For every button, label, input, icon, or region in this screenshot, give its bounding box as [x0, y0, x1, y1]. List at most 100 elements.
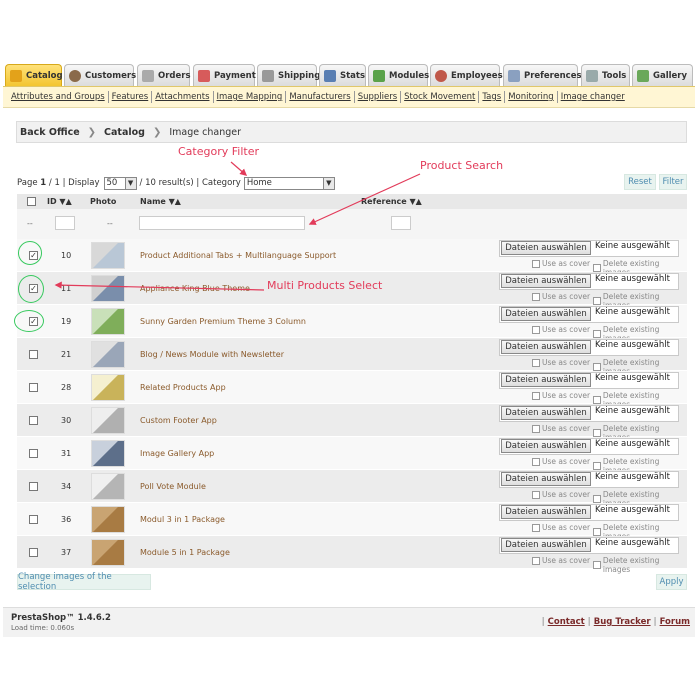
row-checkbox[interactable]	[29, 482, 38, 491]
submenu-attachments[interactable]: Attachments	[152, 92, 212, 102]
row-checkbox[interactable]	[29, 515, 38, 524]
file-status: Keine ausgewählt	[595, 538, 670, 548]
use-as-cover-checkbox[interactable]	[532, 556, 540, 565]
row-product-name[interactable]: Appliance King Blue Theme	[140, 284, 250, 293]
delete-existing-option[interactable]: Delete existing images	[593, 556, 687, 574]
display-select[interactable]: 50 ▼	[103, 176, 137, 190]
breadcrumb-back-office[interactable]: Back Office	[20, 127, 80, 138]
sort-arrows-icon[interactable]: ▼▲	[410, 197, 422, 206]
use-as-cover-option[interactable]: Use as cover	[532, 556, 590, 565]
tab-payment[interactable]: Payment	[193, 64, 256, 86]
choose-file-button[interactable]: Dateien auswählen	[501, 274, 591, 288]
use-as-cover-checkbox[interactable]	[532, 391, 540, 400]
filter-name-input[interactable]	[139, 216, 305, 230]
row-checkbox[interactable]	[29, 383, 38, 392]
choose-file-button[interactable]: Dateien auswählen	[501, 307, 591, 321]
tab-customers[interactable]: Customers	[64, 64, 136, 86]
submenu-monitoring[interactable]: Monitoring	[505, 92, 556, 102]
use-as-cover-option[interactable]: Use as cover	[532, 490, 590, 499]
use-as-cover-checkbox[interactable]	[532, 358, 540, 367]
category-select[interactable]: Home ▼	[243, 176, 335, 190]
submenu-manufacturers[interactable]: Manufacturers	[286, 92, 353, 102]
apply-button[interactable]: Apply	[656, 574, 687, 590]
use-as-cover-option[interactable]: Use as cover	[532, 325, 590, 334]
delete-existing-checkbox[interactable]	[593, 495, 601, 503]
row-product-name[interactable]: Product Additional Tabs + Multilanguage …	[140, 251, 336, 260]
use-as-cover-checkbox[interactable]	[532, 490, 540, 499]
choose-file-button[interactable]: Dateien auswählen	[501, 505, 591, 519]
use-as-cover-option[interactable]: Use as cover	[532, 292, 590, 301]
filter-id-input[interactable]	[55, 216, 75, 230]
choose-file-button[interactable]: Dateien auswählen	[501, 406, 591, 420]
delete-existing-checkbox[interactable]	[593, 462, 601, 470]
footer-contact-link[interactable]: Contact	[548, 617, 585, 627]
tab-catalog[interactable]: Catalog	[5, 64, 63, 86]
use-as-cover-option[interactable]: Use as cover	[532, 457, 590, 466]
tab-shipping[interactable]: Shipping	[257, 64, 320, 86]
use-as-cover-option[interactable]: Use as cover	[532, 358, 590, 367]
submenu-image-mapping[interactable]: Image Mapping	[214, 92, 286, 102]
tab-modules[interactable]: Modules	[368, 64, 429, 86]
row-checkbox[interactable]	[29, 350, 38, 359]
delete-existing-checkbox[interactable]	[593, 330, 601, 338]
use-as-cover-option[interactable]: Use as cover	[532, 424, 590, 433]
use-as-cover-checkbox[interactable]	[532, 424, 540, 433]
choose-file-button[interactable]: Dateien auswählen	[501, 439, 591, 453]
filter-button[interactable]: Filter	[659, 174, 687, 190]
use-as-cover-checkbox[interactable]	[532, 325, 540, 334]
row-product-name[interactable]: Modul 3 in 1 Package	[140, 515, 225, 524]
row-product-name[interactable]: Sunny Garden Premium Theme 3 Column	[140, 317, 306, 326]
select-all-checkbox[interactable]	[27, 197, 36, 206]
table-header: ID ▼▲ Photo Name ▼▲ Reference ▼▲	[17, 194, 687, 209]
use-as-cover-option[interactable]: Use as cover	[532, 259, 590, 268]
tab-gallery[interactable]: Gallery	[632, 64, 693, 86]
delete-existing-checkbox[interactable]	[593, 429, 601, 437]
use-as-cover-option[interactable]: Use as cover	[532, 391, 590, 400]
chevron-down-icon: ▼	[124, 177, 136, 189]
delete-existing-checkbox[interactable]	[593, 264, 601, 272]
row-product-name[interactable]: Image Gallery App	[140, 449, 214, 458]
submenu-image-changer[interactable]: Image changer	[558, 92, 628, 102]
footer-forum-link[interactable]: Forum	[660, 617, 690, 627]
tab-stats[interactable]: Stats	[319, 64, 366, 86]
footer-bug-tracker-link[interactable]: Bug Tracker	[594, 617, 651, 627]
delete-existing-checkbox[interactable]	[593, 297, 601, 305]
choose-file-button[interactable]: Dateien auswählen	[501, 373, 591, 387]
sort-arrows-icon[interactable]: ▼▲	[59, 197, 71, 206]
change-selection-button[interactable]: Change images of the selection	[17, 572, 151, 592]
delete-existing-checkbox[interactable]	[593, 528, 601, 536]
sort-arrows-icon[interactable]: ▼▲	[169, 197, 181, 206]
reset-button[interactable]: Reset	[624, 174, 656, 190]
row-product-name[interactable]: Module 5 in 1 Package	[140, 548, 230, 557]
submenu-stock-movement[interactable]: Stock Movement	[401, 92, 478, 102]
row-product-name[interactable]: Related Products App	[140, 383, 226, 392]
submenu-attributes-and-groups[interactable]: Attributes and Groups	[8, 92, 108, 102]
delete-existing-checkbox[interactable]	[593, 363, 601, 371]
use-as-cover-checkbox[interactable]	[532, 523, 540, 532]
use-as-cover-checkbox[interactable]	[532, 292, 540, 301]
tab-employees[interactable]: Employees	[430, 64, 503, 86]
tab-preferences[interactable]: Preferences	[503, 64, 582, 86]
tab-orders[interactable]: Orders	[137, 64, 191, 86]
choose-file-button[interactable]: Dateien auswählen	[501, 340, 591, 354]
choose-file-button[interactable]: Dateien auswählen	[501, 241, 591, 255]
choose-file-button[interactable]: Dateien auswählen	[501, 538, 591, 552]
choose-file-button[interactable]: Dateien auswählen	[501, 472, 591, 486]
filter-reference-input[interactable]	[391, 216, 411, 230]
use-as-cover-option[interactable]: Use as cover	[532, 523, 590, 532]
delete-existing-checkbox[interactable]	[593, 561, 601, 569]
breadcrumb-catalog[interactable]: Catalog	[104, 127, 145, 138]
submenu-tags[interactable]: Tags	[479, 92, 504, 102]
row-product-name[interactable]: Poll Vote Module	[140, 482, 206, 491]
row-checkbox[interactable]	[29, 449, 38, 458]
submenu-features[interactable]: Features	[109, 92, 152, 102]
row-checkbox[interactable]	[29, 548, 38, 557]
use-as-cover-checkbox[interactable]	[532, 259, 540, 268]
delete-existing-checkbox[interactable]	[593, 396, 601, 404]
row-product-name[interactable]: Blog / News Module with Newsletter	[140, 350, 284, 359]
use-as-cover-checkbox[interactable]	[532, 457, 540, 466]
submenu-suppliers[interactable]: Suppliers	[355, 92, 400, 102]
row-checkbox[interactable]	[29, 416, 38, 425]
row-product-name[interactable]: Custom Footer App	[140, 416, 217, 425]
tab-tools[interactable]: Tools	[581, 64, 630, 86]
